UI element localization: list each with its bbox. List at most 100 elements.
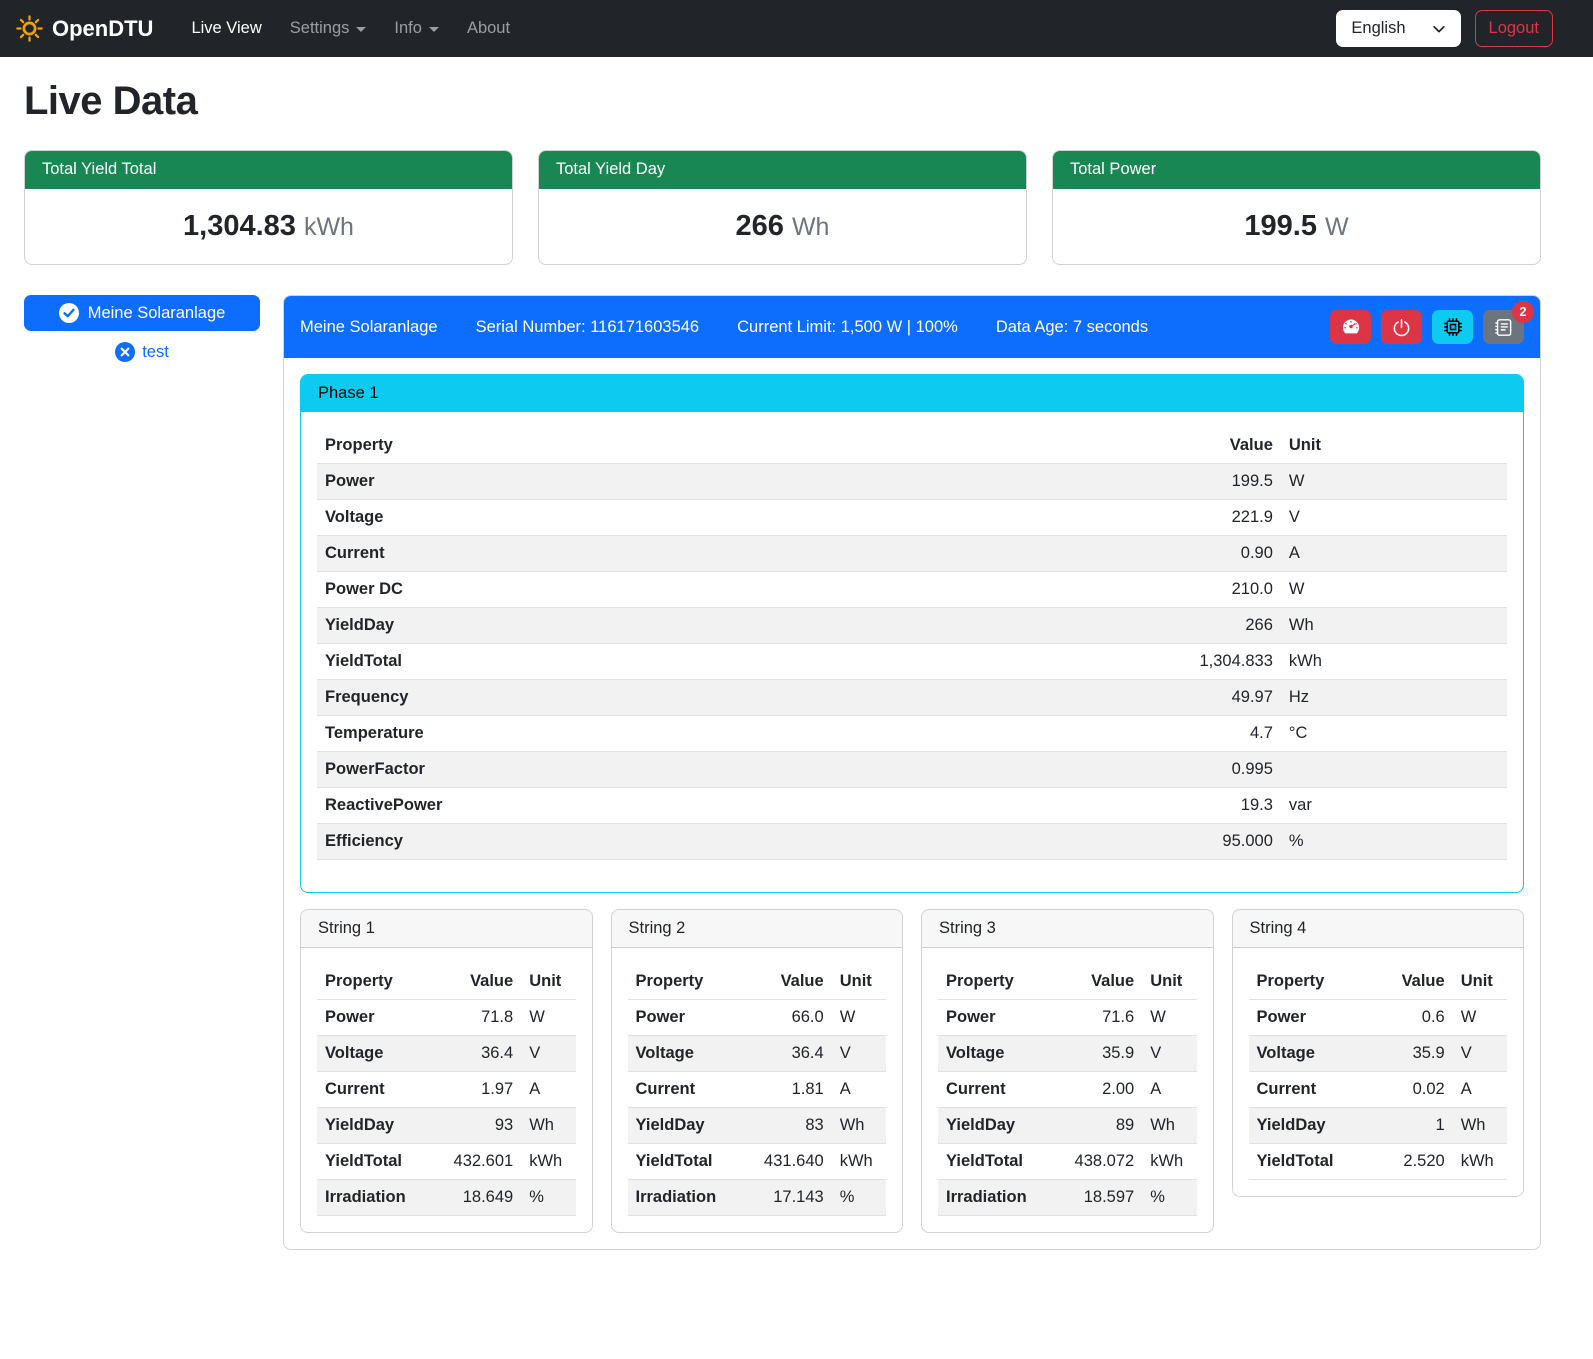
property-cell: Current xyxy=(317,536,1114,572)
value-cell: 1 xyxy=(1367,1108,1452,1144)
table-row: Power0.6W xyxy=(1249,1000,1508,1036)
value-cell: 266 xyxy=(1114,608,1281,644)
string-title: String 4 xyxy=(1233,910,1524,948)
string-table: Property Value Unit Power0.6WVoltage35.9… xyxy=(1249,964,1508,1180)
nav-item-info[interactable]: Info xyxy=(382,11,451,46)
inverter-name: Meine Solaranlage xyxy=(300,318,438,337)
nav-item-about[interactable]: About xyxy=(455,11,522,46)
sun-logo-icon xyxy=(16,15,43,42)
property-cell: YieldTotal xyxy=(938,1144,1057,1180)
chevron-down-icon xyxy=(356,27,366,32)
value-cell: 83 xyxy=(746,1108,831,1144)
property-cell: PowerFactor xyxy=(317,752,1114,788)
unit-cell: A xyxy=(521,1072,575,1108)
summary-cards-row: Total Yield Total 1,304.83kWh Total Yiel… xyxy=(24,150,1541,265)
property-cell: ReactivePower xyxy=(317,788,1114,824)
unit-cell: W xyxy=(521,1000,575,1036)
table-header-row: Property Value Unit xyxy=(317,964,576,1000)
value-cell: 93 xyxy=(436,1108,521,1144)
property-cell: Voltage xyxy=(1249,1036,1368,1072)
unit-cell: W xyxy=(1142,1000,1196,1036)
column-header: Property xyxy=(317,964,436,1000)
chevron-down-icon xyxy=(429,27,439,32)
unit-cell: A xyxy=(1453,1072,1507,1108)
brand[interactable]: OpenDTU xyxy=(16,15,153,42)
unit-cell: V xyxy=(1142,1036,1196,1072)
unit-cell: V xyxy=(521,1036,575,1072)
inverter-selector-sidebar: Meine Solaranlage test xyxy=(24,295,260,362)
value-cell: 438.072 xyxy=(1057,1144,1142,1180)
property-cell: Frequency xyxy=(317,680,1114,716)
nav-item-label: About xyxy=(467,19,510,38)
unit-cell: Hz xyxy=(1281,680,1507,716)
property-cell: YieldDay xyxy=(1249,1108,1368,1144)
limit-settings-button[interactable] xyxy=(1330,310,1371,344)
table-row: Power71.6W xyxy=(938,1000,1197,1036)
property-cell: Voltage xyxy=(628,1036,747,1072)
column-header: Property xyxy=(317,428,1114,464)
string-table: Property Value Unit Power66.0WVoltage36.… xyxy=(628,964,887,1216)
unit-cell: % xyxy=(1281,824,1507,860)
value-cell: 36.4 xyxy=(436,1036,521,1072)
property-cell: Voltage xyxy=(938,1036,1057,1072)
card-title: Total Yield Total xyxy=(25,151,512,189)
inverter-serial: Serial Number: 116171603546 xyxy=(476,318,700,337)
value-cell: 221.9 xyxy=(1114,500,1281,536)
table-row: Voltage36.4V xyxy=(628,1036,887,1072)
check-circle-icon xyxy=(59,303,79,323)
event-count-badge: 2 xyxy=(1512,301,1534,323)
device-info-button[interactable] xyxy=(1432,310,1473,344)
logout-button[interactable]: Logout xyxy=(1475,10,1553,47)
table-header-row: Property Value Unit xyxy=(1249,964,1508,1000)
table-row: YieldDay266Wh xyxy=(317,608,1507,644)
language-select[interactable]: English xyxy=(1336,10,1460,47)
page-title: Live Data xyxy=(24,79,1541,124)
column-header: Unit xyxy=(521,964,575,1000)
property-cell: YieldTotal xyxy=(1249,1144,1368,1180)
unit-cell: W xyxy=(1453,1000,1507,1036)
value-cell: 4.7 xyxy=(1114,716,1281,752)
table-row: Frequency49.97Hz xyxy=(317,680,1507,716)
nav-item-live-view[interactable]: Live View xyxy=(179,11,273,46)
event-log-button[interactable]: 2 xyxy=(1483,310,1524,344)
unit-cell: % xyxy=(832,1180,886,1216)
x-circle-icon xyxy=(115,342,135,362)
value-cell: 1.81 xyxy=(746,1072,831,1108)
power-button[interactable] xyxy=(1381,310,1422,344)
table-row: Voltage35.9V xyxy=(1249,1036,1508,1072)
value-cell: 36.4 xyxy=(746,1036,831,1072)
column-header: Value xyxy=(746,964,831,1000)
inverter-current-limit: Current Limit: 1,500 W | 100% xyxy=(737,318,958,337)
table-row: YieldTotal431.640kWh xyxy=(628,1144,887,1180)
unit-cell: A xyxy=(1142,1072,1196,1108)
inverter-item-test[interactable]: test xyxy=(24,342,260,362)
value-cell: 89 xyxy=(1057,1108,1142,1144)
unit-cell: Wh xyxy=(1453,1108,1507,1144)
string-2-card: String 2 Property Value Unit xyxy=(611,909,904,1233)
table-header-row: Property Value Unit xyxy=(628,964,887,1000)
property-cell: YieldTotal xyxy=(628,1144,747,1180)
total-power-card: Total Power 199.5W xyxy=(1052,150,1541,265)
table-row: YieldTotal1,304.833kWh xyxy=(317,644,1507,680)
string-3-card: String 3 Property Value Unit xyxy=(921,909,1214,1233)
nav-item-settings[interactable]: Settings xyxy=(278,11,379,46)
unit-cell: V xyxy=(1281,500,1507,536)
event-log-icon xyxy=(1494,318,1513,337)
property-cell: Voltage xyxy=(317,500,1114,536)
unit-cell: kWh xyxy=(521,1144,575,1180)
value-cell: 71.6 xyxy=(1057,1000,1142,1036)
column-header: Property xyxy=(1249,964,1368,1000)
unit-cell xyxy=(1281,752,1507,788)
property-cell: YieldTotal xyxy=(317,1144,436,1180)
value-cell: 66.0 xyxy=(746,1000,831,1036)
inverter-selected-button[interactable]: Meine Solaranlage xyxy=(24,295,260,331)
column-header: Property xyxy=(938,964,1057,1000)
string-table: Property Value Unit Power71.6WVoltage35.… xyxy=(938,964,1197,1216)
table-row: Temperature4.7°C xyxy=(317,716,1507,752)
total-yield-total-card: Total Yield Total 1,304.83kWh xyxy=(24,150,513,265)
value-cell: 71.8 xyxy=(436,1000,521,1036)
nav-item-label: Live View xyxy=(191,19,261,38)
top-navbar: OpenDTU Live View Settings Info About En… xyxy=(0,0,1593,57)
card-value: 266 xyxy=(736,210,784,242)
table-row: Current0.02A xyxy=(1249,1072,1508,1108)
